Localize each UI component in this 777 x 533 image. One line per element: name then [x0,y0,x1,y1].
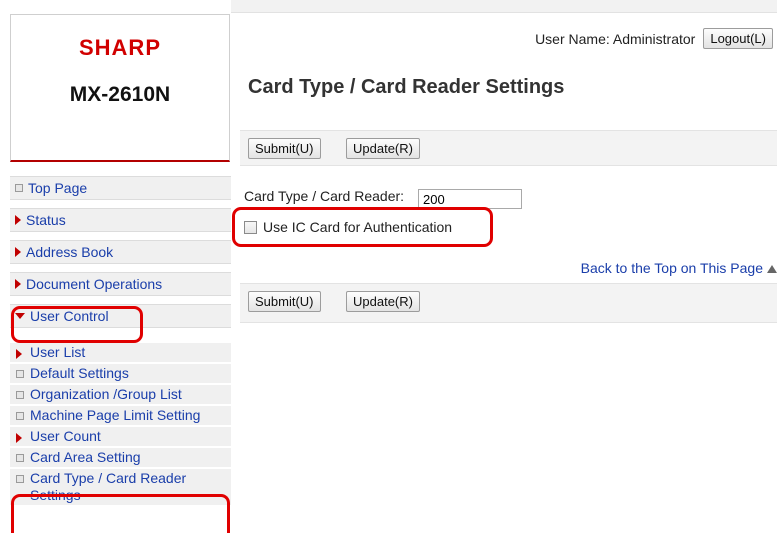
page-title: Card Type / Card Reader Settings [248,76,565,98]
sidebar-item-user-list[interactable]: User List [10,343,231,362]
card-type-row: Card Type / Card Reader: [244,183,523,209]
sidebar-item-label: User List [30,344,86,360]
sidebar-item-organization-group-list[interactable]: Organization /Group List [10,385,231,404]
sidebar-item-label: Organization /Group List [30,386,182,402]
submit-button[interactable]: Submit(U) [248,291,321,312]
update-button[interactable]: Update(R) [346,291,420,312]
user-bar: User Name: Administrator Logout(L) [535,28,773,49]
sidebar-item-machine-page-limit[interactable]: Machine Page Limit Setting [10,406,231,425]
sidebar-item-label: Card Area Setting [30,449,141,465]
sidebar-item-card-type-reader-settings[interactable]: Card Type / Card Reader Settings [10,469,231,505]
back-to-top-label: Back to the Top on This Page [580,260,763,276]
triangle-right-icon [15,247,21,257]
sidebar-item-label: Status [26,212,66,228]
sidebar-item-label: Card Type / Card Reader Settings [30,470,187,503]
brand-box: SHARP MX-2610N [10,14,230,162]
back-to-top-link[interactable]: Back to the Top on This Page [581,260,777,276]
main-content: User Name: Administrator Logout(L) Card … [240,12,777,533]
sidebar-item-label: Top Page [28,180,88,196]
square-bullet-icon [15,184,23,192]
left-panel: SHARP MX-2610N Top Page Status Address B… [0,0,231,533]
logout-button[interactable]: Logout(L) [703,28,773,49]
submit-button[interactable]: Submit(U) [248,138,321,159]
sidebar-item-label: Document Operations [26,276,163,292]
card-type-input[interactable] [418,189,523,209]
sidebar-item-label: Address Book [26,244,114,260]
triangle-right-icon [15,279,21,289]
sidebar-item-document-operations[interactable]: Document Operations [10,272,231,296]
sidebar-subnav: User List Default Settings Organization … [10,343,231,507]
sidebar-item-label: Machine Page Limit Setting [30,407,201,423]
ic-card-row: Use IC Card for Authentication [244,219,452,235]
use-ic-card-label: Use IC Card for Authentication [263,219,453,235]
square-bullet-icon [16,454,24,462]
triangle-right-icon [16,349,22,359]
update-button[interactable]: Update(R) [346,138,420,159]
sidebar-item-card-area-setting[interactable]: Card Area Setting [10,448,231,467]
triangle-right-icon [16,433,22,443]
triangle-right-icon [15,215,21,225]
sidebar-item-top-page[interactable]: Top Page [10,176,231,200]
use-ic-card-checkbox[interactable] [244,220,257,234]
sharp-logo: SHARP [78,35,161,60]
square-bullet-icon [16,370,24,378]
square-bullet-icon [16,412,24,420]
sidebar-item-label: Default Settings [30,365,129,381]
model-name: MX-2610N [69,83,171,106]
square-bullet-icon [16,391,24,399]
sidebar-nav: Top Page Status Address Book Document Op… [10,176,231,336]
card-type-label: Card Type / Card Reader: [244,188,405,204]
sidebar-item-label: User Count [30,428,101,444]
sidebar-item-status[interactable]: Status [10,208,231,232]
sidebar-item-label: User Control [30,308,109,324]
button-bar-bottom: Submit(U) Update(R) [240,283,777,323]
triangle-down-icon [15,313,25,319]
user-name: User Name: Administrator [535,30,696,47]
triangle-up-icon [767,265,777,273]
button-bar-top: Submit(U) Update(R) [240,130,777,166]
sidebar-item-user-count[interactable]: User Count [10,427,231,446]
square-bullet-icon [16,475,24,483]
sidebar-item-default-settings[interactable]: Default Settings [10,364,231,383]
sidebar-item-address-book[interactable]: Address Book [10,240,231,264]
sidebar-item-user-control[interactable]: User Control [10,304,231,328]
